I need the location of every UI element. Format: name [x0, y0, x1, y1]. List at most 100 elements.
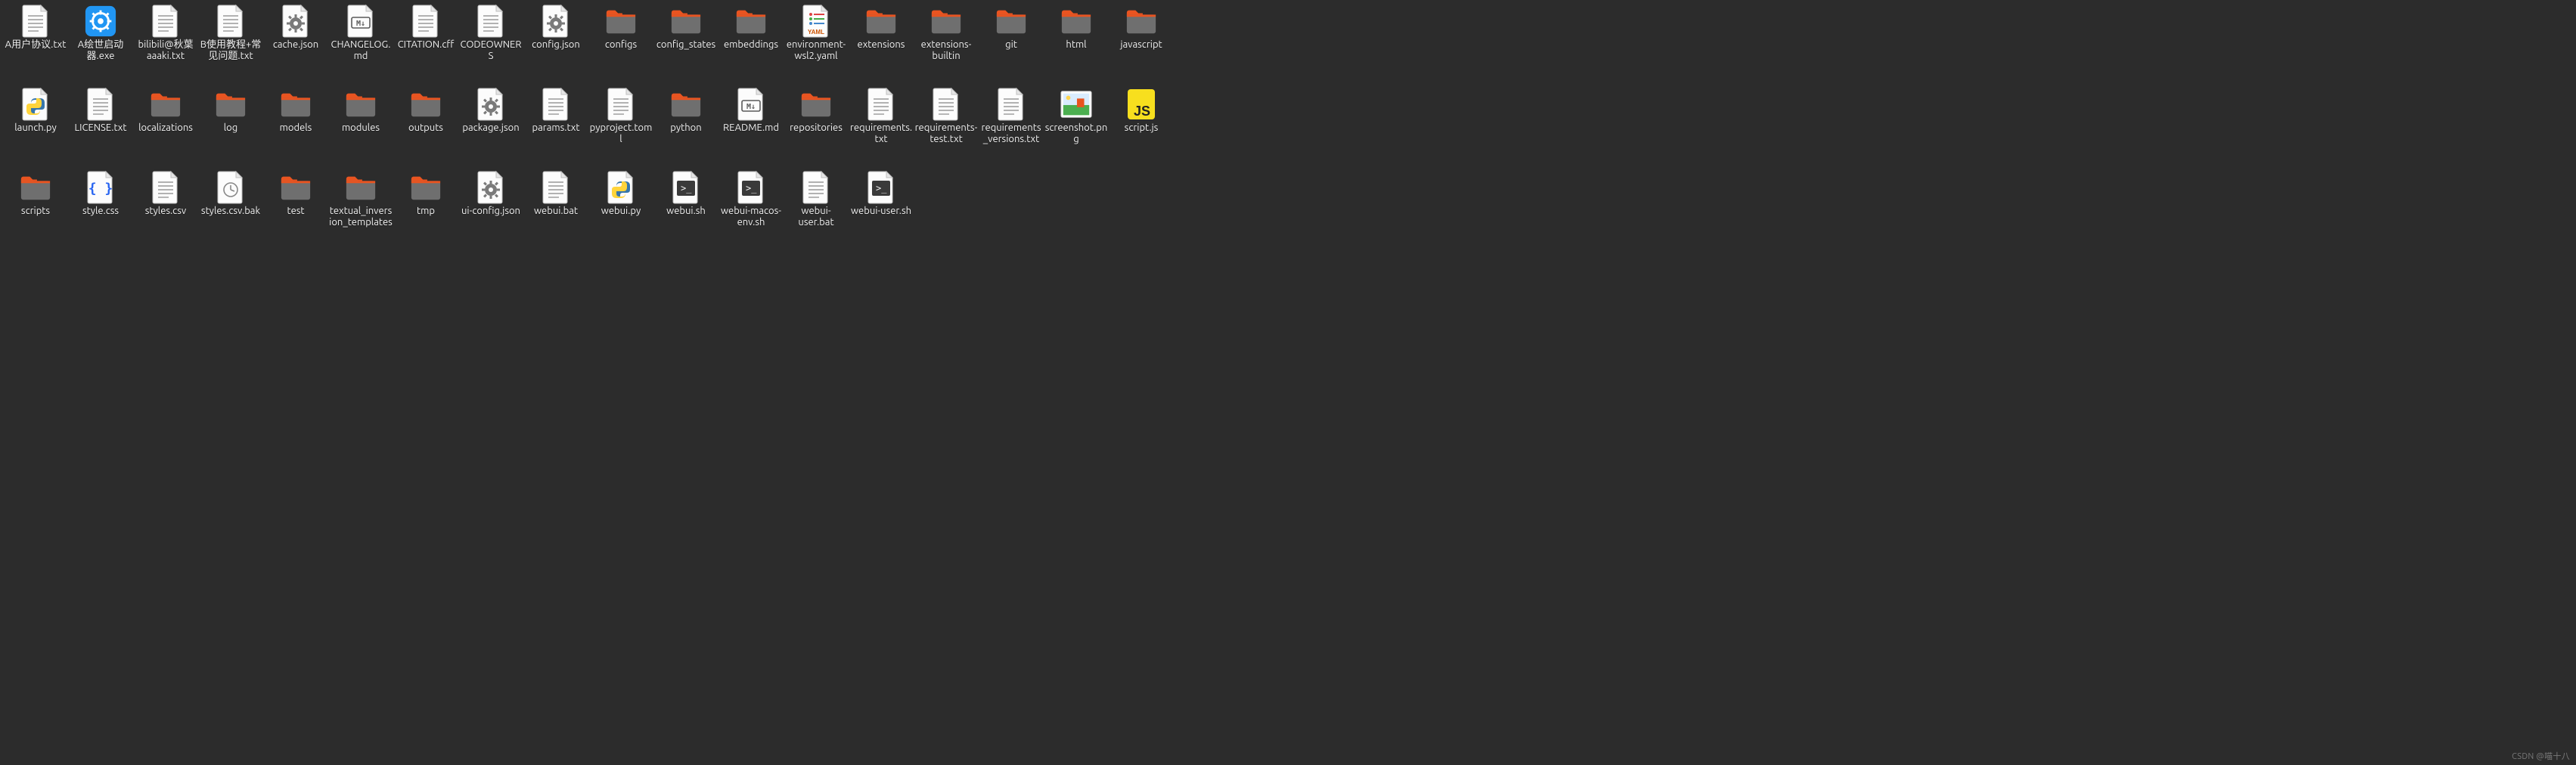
file-label: webui.bat: [534, 206, 578, 217]
file-label: localizations: [138, 122, 193, 134]
file-item[interactable]: tmp: [393, 169, 458, 251]
file-item[interactable]: bilibili@秋葉aaaki.txt: [133, 3, 198, 85]
file-item[interactable]: A用户协议.txt: [3, 3, 68, 85]
file-item[interactable]: outputs: [393, 86, 458, 168]
file-item[interactable]: textual_inversion_templates: [328, 169, 393, 251]
file-item[interactable]: LICENSE.txt: [68, 86, 133, 168]
folder-icon: [279, 88, 312, 121]
file-item[interactable]: pyproject.toml: [588, 86, 653, 168]
file-item[interactable]: models: [263, 86, 328, 168]
folder-icon: [214, 88, 247, 121]
md-icon: M↓: [344, 5, 377, 38]
file-item[interactable]: requirements-test.txt: [914, 86, 979, 168]
file-item[interactable]: package.json: [458, 86, 523, 168]
file-label: test: [287, 206, 304, 217]
file-item[interactable]: log: [198, 86, 263, 168]
watermark: CSDN @喵十八: [2512, 750, 2570, 762]
bak-icon: [214, 171, 247, 204]
file-label: html: [1066, 39, 1086, 51]
file-item[interactable]: ui-config.json: [458, 169, 523, 251]
file-label: A绘世启动器.exe: [69, 39, 132, 62]
file-label: params.txt: [532, 122, 580, 134]
folder-icon: [344, 88, 377, 121]
file-item[interactable]: webui-user.bat: [784, 169, 849, 251]
file-item[interactable]: styles.csv.bak: [198, 169, 263, 251]
file-item[interactable]: A绘世启动器.exe: [68, 3, 133, 85]
file-item[interactable]: M↓ CHANGELOG.md: [328, 3, 393, 85]
file-label: script.js: [1125, 122, 1159, 134]
file-label: config.json: [532, 39, 580, 51]
file-item[interactable]: M↓ README.md: [718, 86, 784, 168]
file-item[interactable]: localizations: [133, 86, 198, 168]
file-item[interactable]: extensions-builtin: [914, 3, 979, 85]
file-item[interactable]: configs: [588, 3, 653, 85]
file-label: README.md: [723, 122, 779, 134]
file-item[interactable]: extensions: [849, 3, 914, 85]
file-item[interactable]: webui.py: [588, 169, 653, 251]
file-item[interactable]: styles.csv: [133, 169, 198, 251]
file-item[interactable]: git: [979, 3, 1044, 85]
file-item[interactable]: python: [653, 86, 718, 168]
image-icon: [1060, 88, 1093, 121]
exe-icon: [84, 5, 117, 38]
text-icon: [864, 88, 898, 121]
file-item[interactable]: scripts: [3, 169, 68, 251]
file-item[interactable]: CODEOWNERS: [458, 3, 523, 85]
file-item[interactable]: embeddings: [718, 3, 784, 85]
folder-icon: [149, 88, 182, 121]
folder-icon: [279, 171, 312, 204]
text-icon: [604, 88, 638, 121]
file-item[interactable]: cache.json: [263, 3, 328, 85]
file-label: webui.sh: [666, 206, 706, 217]
file-label: extensions-builtin: [914, 39, 978, 62]
file-item[interactable]: requirements_versions.txt: [979, 86, 1044, 168]
file-label: pyproject.toml: [589, 122, 653, 145]
svg-text:YAML: YAML: [808, 29, 824, 36]
file-item[interactable]: test: [263, 169, 328, 251]
file-item[interactable]: >_ webui-user.sh: [849, 169, 914, 251]
svg-text:JS: JS: [1134, 104, 1150, 119]
md-icon: M↓: [734, 88, 768, 121]
folder-icon: [734, 5, 768, 38]
file-item[interactable]: screenshot.png: [1044, 86, 1109, 168]
file-item[interactable]: html: [1044, 3, 1109, 85]
folder-icon: [1125, 5, 1158, 38]
file-item[interactable]: CITATION.cff: [393, 3, 458, 85]
file-item[interactable]: config_states: [653, 3, 718, 85]
svg-text:M↓: M↓: [356, 20, 365, 28]
file-item[interactable]: YAML environment-wsl2.yaml: [784, 3, 849, 85]
file-label: config_states: [656, 39, 715, 51]
shell-icon: >_: [864, 171, 898, 204]
file-item[interactable]: repositories: [784, 86, 849, 168]
json-gear-icon: [474, 88, 507, 121]
file-item[interactable]: params.txt: [523, 86, 588, 168]
folder-icon: [930, 5, 963, 38]
file-item[interactable]: >_ webui.sh: [653, 169, 718, 251]
file-label: repositories: [790, 122, 843, 134]
file-label: launch.py: [14, 122, 56, 134]
json-gear-icon: [474, 171, 507, 204]
folder-icon: [409, 171, 442, 204]
file-item[interactable]: launch.py: [3, 86, 68, 168]
js-icon: JS: [1125, 88, 1158, 121]
file-grid: A用户协议.txt A绘世启动器.exe bilibili@秋葉aaaki.tx…: [0, 0, 2576, 254]
folder-icon: [669, 5, 703, 38]
file-item[interactable]: B使用教程+常见问题.txt: [198, 3, 263, 85]
file-item[interactable]: requirements.txt: [849, 86, 914, 168]
file-item[interactable]: JS script.js: [1109, 86, 1174, 168]
file-label: requirements-test.txt: [914, 122, 978, 145]
file-item[interactable]: { } style.css: [68, 169, 133, 251]
yaml-icon: YAML: [799, 5, 833, 38]
file-label: cache.json: [273, 39, 318, 51]
text-icon: [539, 171, 573, 204]
file-item[interactable]: javascript: [1109, 3, 1174, 85]
file-item[interactable]: modules: [328, 86, 393, 168]
text-icon: [19, 5, 52, 38]
file-label: CODEOWNERS: [459, 39, 523, 62]
file-item[interactable]: >_ webui-macos-env.sh: [718, 169, 784, 251]
file-item[interactable]: webui.bat: [523, 169, 588, 251]
text-icon: [799, 171, 833, 204]
file-label: environment-wsl2.yaml: [784, 39, 848, 62]
file-item[interactable]: config.json: [523, 3, 588, 85]
text-icon: [930, 88, 963, 121]
